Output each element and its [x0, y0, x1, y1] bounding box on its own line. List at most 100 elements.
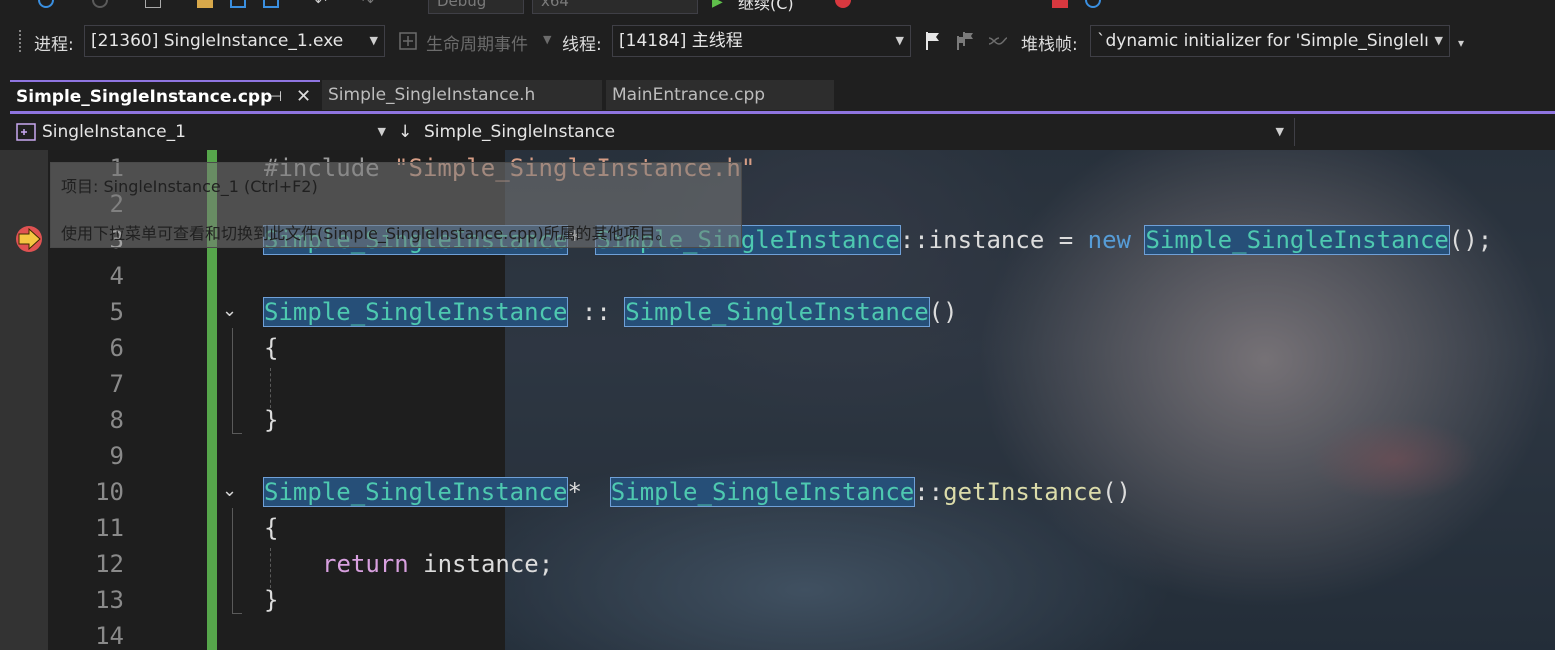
continue-button[interactable]: 继续(C)	[738, 0, 794, 14]
line-number: 10	[95, 478, 124, 506]
code-token: ();	[1448, 226, 1493, 254]
scope-value: Simple_SingleInstance	[424, 122, 616, 142]
thread-filter-icon[interactable]	[987, 30, 1009, 52]
line-number: 6	[109, 334, 124, 362]
type-highlight[interactable]: Simple_SingleInstance	[1144, 225, 1450, 255]
code-token: ::instance =	[899, 226, 1088, 254]
member-select[interactable]	[1294, 118, 1555, 146]
platform-select[interactable]: x64	[532, 0, 698, 14]
line-number: 7	[109, 370, 124, 398]
close-icon[interactable]: ✕	[296, 82, 311, 112]
project-select[interactable]: SingleInstance_1 ▼	[12, 118, 392, 146]
collapse-chevron-icon[interactable]: ⌄	[222, 300, 237, 321]
thread-value: [14184] 主线程	[619, 31, 743, 51]
stackframe-value: `dynamic initializer for 'Simple_SingleI…	[1097, 31, 1429, 51]
indent-guide	[270, 368, 271, 408]
chevron-down-icon: ▼	[895, 34, 904, 47]
code-line-5: Simple_SingleInstance :: Simple_SingleIn…	[262, 297, 958, 327]
platform-value: x64	[541, 0, 569, 10]
project-icon	[16, 123, 36, 141]
grip-icon[interactable]	[18, 29, 22, 53]
line-number: 4	[109, 262, 124, 290]
tab-label: Simple_SingleInstance.h	[328, 85, 536, 105]
redo-icon[interactable]: ↷	[362, 0, 378, 10]
config-select[interactable]: Debug	[428, 0, 524, 14]
code-token: ()	[928, 298, 958, 326]
chevron-down-icon: ▼	[369, 34, 378, 47]
forward-icon[interactable]	[92, 0, 108, 8]
code-token: {	[264, 334, 279, 362]
flag-icon[interactable]	[922, 30, 944, 52]
tab-mainentrance-cpp[interactable]: MainEntrance.cpp	[606, 80, 834, 110]
line-number: 13	[95, 586, 124, 614]
type-highlight[interactable]: Simple_SingleInstance	[609, 477, 916, 507]
save-all-icon[interactable]	[263, 0, 279, 8]
document-tabs: Simple_SingleInstance.cpp ⊣ ✕ Simple_Sin…	[0, 78, 1555, 113]
scope-select[interactable]: ↓ Simple_SingleInstance ▼	[396, 118, 1290, 146]
stop-icon[interactable]	[1052, 0, 1068, 8]
chevron-down-icon: ▼	[543, 33, 552, 46]
line-number: 5	[109, 298, 124, 326]
down-arrow-icon: ↓	[398, 122, 413, 142]
stackframe-select[interactable]: `dynamic initializer for 'Simple_SingleI…	[1090, 25, 1450, 57]
tooltip-title: 项目: SingleInstance_1 (Ctrl+F2)	[61, 177, 318, 196]
stackframe-label: 堆栈帧:	[1021, 35, 1078, 55]
process-select[interactable]: [21360] SingleInstance_1.exe ▼	[84, 25, 385, 57]
project-value: SingleInstance_1	[42, 122, 186, 142]
chevron-down-icon: ▼	[1275, 125, 1284, 138]
undo-icon[interactable]: ↶	[315, 0, 331, 10]
code-line-8: }	[264, 406, 278, 434]
code-line-12: return instance;	[322, 550, 553, 578]
type-highlight[interactable]: Simple_SingleInstance	[262, 477, 569, 507]
record-icon[interactable]	[835, 0, 851, 8]
chevron-down-icon: ▼	[1434, 34, 1443, 47]
code-line-11: {	[264, 514, 278, 542]
debug-location-toolbar: 进程: [21360] SingleInstance_1.exe ▼ 生命周期事…	[0, 18, 1555, 66]
line-number: 9	[109, 442, 124, 470]
pin-icon[interactable]: ⊣	[270, 82, 282, 112]
lifecycle-icon[interactable]	[397, 30, 419, 52]
new-item-icon[interactable]	[145, 0, 161, 8]
collapse-chevron-icon[interactable]: ⌄	[222, 480, 237, 501]
type-highlight[interactable]: Simple_SingleInstance	[624, 297, 930, 327]
toolbar-overflow-icon[interactable]: ▾	[1458, 36, 1464, 50]
thread-label: 线程:	[562, 35, 602, 55]
breakpoint-current-icon[interactable]	[14, 224, 46, 254]
code-token: instance;	[408, 550, 554, 578]
back-icon[interactable]	[38, 0, 54, 8]
tab-label: Simple_SingleInstance.cpp	[16, 87, 273, 107]
lifecycle-events-button[interactable]: 生命周期事件	[426, 30, 528, 55]
tab-label: MainEntrance.cpp	[612, 85, 766, 105]
restart-icon[interactable]	[1085, 0, 1101, 8]
main-toolbar: ↶ ↷ Debug x64 ▶ 继续(C)	[0, 0, 1555, 16]
tooltip-description: 使用下拉菜单可查看和切换到此文件(Simple_SingleInstance.c…	[61, 224, 672, 243]
project-tooltip: 项目: SingleInstance_1 (Ctrl+F2) 使用下拉菜单可查看…	[50, 162, 742, 248]
open-folder-icon[interactable]	[197, 0, 213, 8]
code-editor[interactable]: 1 2 3 4 5 6 7 8 9 10 11 12 13 14 #includ…	[0, 150, 1555, 650]
config-value: Debug	[437, 0, 487, 10]
thread-select[interactable]: [14184] 主线程 ▼	[612, 25, 911, 57]
save-icon[interactable]	[230, 0, 246, 8]
code-token: ::	[914, 478, 944, 506]
continue-icon[interactable]: ▶	[712, 0, 728, 10]
navigation-bar: SingleInstance_1 ▼ ↓ Simple_SingleInstan…	[0, 115, 1555, 148]
type-highlight[interactable]: Simple_SingleInstance	[262, 297, 569, 327]
chevron-down-icon: ▼	[377, 125, 386, 138]
tab-simple-singleinstance-cpp[interactable]: Simple_SingleInstance.cpp ⊣ ✕	[10, 80, 320, 110]
line-number: 11	[95, 514, 124, 542]
code-token: }	[264, 406, 279, 434]
code-line-13: }	[264, 586, 278, 614]
code-line-6: {	[264, 334, 278, 362]
code-token: ::	[567, 298, 626, 326]
fold-outline	[232, 328, 242, 434]
line-number: 8	[109, 406, 124, 434]
indent-guide	[270, 548, 271, 588]
process-label: 进程:	[34, 35, 74, 55]
code-token: {	[264, 514, 279, 542]
code-token: }	[264, 586, 279, 614]
flags-icon[interactable]	[954, 30, 976, 52]
tab-simple-singleinstance-h[interactable]: Simple_SingleInstance.h	[322, 80, 602, 110]
code-line-10: Simple_SingleInstance* Simple_SingleInst…	[262, 477, 1131, 507]
function-name: getInstance	[943, 478, 1103, 506]
